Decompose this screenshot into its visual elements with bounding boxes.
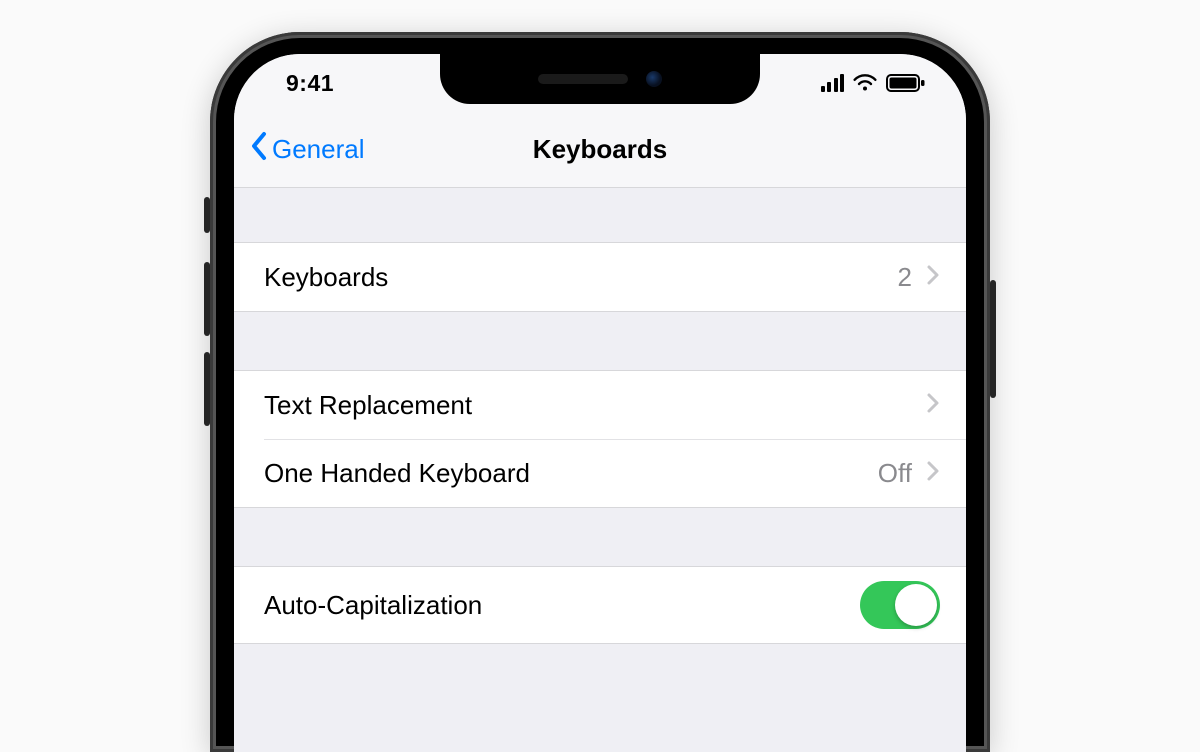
group-text-options: Text Replacement One Handed Keyboard Off	[234, 370, 966, 508]
chevron-right-icon	[926, 264, 940, 291]
keyboards-count: 2	[898, 262, 912, 293]
row-keyboards[interactable]: Keyboards 2	[234, 243, 966, 311]
one-handed-value: Off	[878, 458, 912, 489]
auto-capitalization-toggle[interactable]	[860, 581, 940, 629]
row-auto-capitalization[interactable]: Auto-Capitalization	[234, 567, 966, 643]
screen: 9:41	[234, 54, 966, 752]
mute-switch	[204, 197, 210, 233]
volume-up-button	[204, 262, 210, 336]
cellular-signal-icon	[821, 74, 845, 92]
group-spacer	[234, 188, 966, 242]
group-spacer	[234, 312, 966, 370]
chevron-right-icon	[926, 392, 940, 419]
status-icons	[821, 73, 967, 93]
notch	[440, 54, 760, 104]
chevron-left-icon	[250, 131, 268, 168]
volume-down-button	[204, 352, 210, 426]
settings-content: Keyboards 2 Text Replacement	[234, 188, 966, 752]
wifi-icon	[852, 73, 878, 93]
front-camera	[646, 71, 662, 87]
nav-bar: General Keyboards	[234, 112, 966, 188]
row-label: Keyboards	[264, 262, 898, 293]
battery-icon	[886, 73, 926, 93]
page-title: Keyboards	[533, 134, 667, 165]
row-label: Text Replacement	[264, 390, 926, 421]
chevron-right-icon	[926, 460, 940, 487]
group-keyboards: Keyboards 2	[234, 242, 966, 312]
row-text-replacement[interactable]: Text Replacement	[234, 371, 966, 439]
group-spacer	[234, 508, 966, 566]
power-button	[990, 280, 996, 398]
status-time: 9:41	[234, 70, 334, 97]
toggle-knob	[895, 584, 937, 626]
row-label: One Handed Keyboard	[264, 458, 878, 489]
phone-mockup: 9:41	[210, 32, 990, 752]
row-label: Auto-Capitalization	[264, 590, 860, 621]
row-one-handed-keyboard[interactable]: One Handed Keyboard Off	[234, 439, 966, 507]
earpiece-speaker	[538, 74, 628, 84]
phone-frame: 9:41	[210, 32, 990, 752]
group-auto-options: Auto-Capitalization	[234, 566, 966, 644]
back-button[interactable]: General	[250, 112, 365, 187]
back-label: General	[272, 134, 365, 165]
